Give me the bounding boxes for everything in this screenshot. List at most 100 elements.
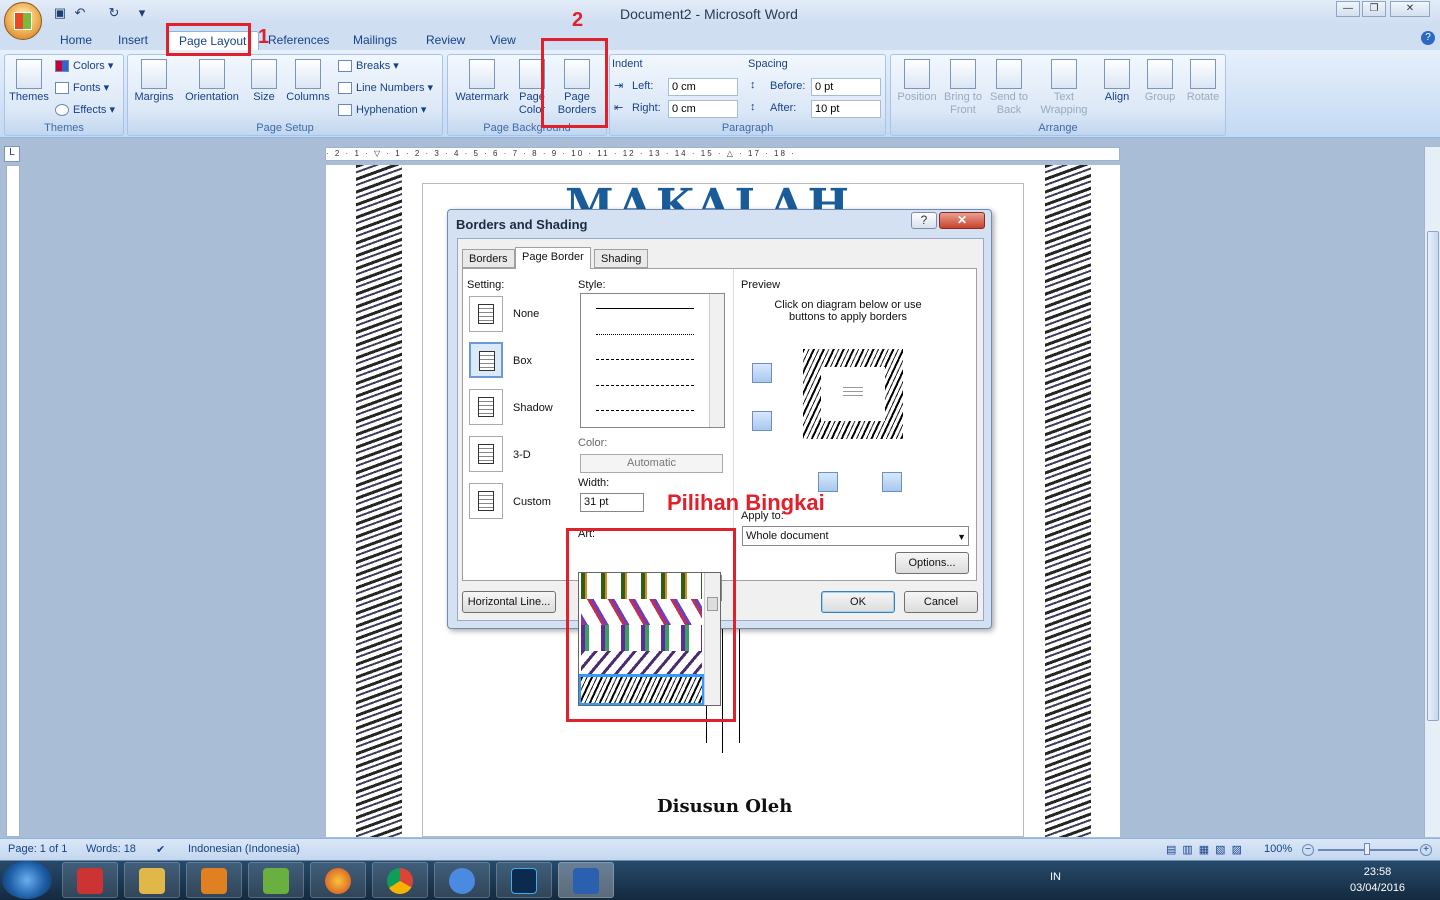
- preview-right-border-button[interactable]: [882, 472, 902, 492]
- spacing-before-input[interactable]: 0 pt: [811, 78, 881, 96]
- status-words[interactable]: Words: 18: [86, 843, 136, 855]
- style-dashed[interactable]: [596, 359, 694, 360]
- style-list[interactable]: [580, 293, 725, 428]
- dialog-help-button[interactable]: ?: [911, 212, 937, 229]
- preview-top-border-button[interactable]: [752, 363, 772, 383]
- options-button[interactable]: Options...: [895, 552, 969, 574]
- maximize-button[interactable]: ❐: [1362, 1, 1386, 17]
- setting-shadow-label[interactable]: Shadow: [513, 402, 553, 414]
- color-dropdown[interactable]: Automatic: [580, 454, 723, 473]
- bring-to-front-button[interactable]: Bring to Front: [941, 59, 985, 117]
- zoom-slider-thumb[interactable]: [1364, 843, 1370, 855]
- preview-left-border-button[interactable]: [818, 472, 838, 492]
- tab-review[interactable]: Review: [414, 31, 477, 50]
- columns-button[interactable]: Columns: [284, 59, 332, 104]
- align-button[interactable]: Align: [1097, 59, 1137, 104]
- undo-icon[interactable]: ↶: [72, 5, 88, 21]
- setting-shadow-icon[interactable]: [469, 389, 503, 425]
- clock[interactable]: 23:58 03/04/2016: [1350, 864, 1405, 896]
- tab-mailings[interactable]: Mailings: [341, 31, 409, 50]
- cancel-button[interactable]: Cancel: [904, 591, 978, 613]
- colors-button[interactable]: Colors ▾: [55, 57, 113, 75]
- setting-box-label[interactable]: Box: [513, 355, 532, 367]
- tab-selector[interactable]: L: [4, 146, 20, 162]
- status-language[interactable]: Indonesian (Indonesia): [188, 843, 300, 855]
- zoom-in-icon[interactable]: +: [1420, 844, 1432, 856]
- tab-shading[interactable]: Shading: [594, 249, 649, 268]
- vertical-ruler[interactable]: [6, 165, 20, 837]
- rotate-button[interactable]: Rotate: [1183, 59, 1223, 104]
- drawing-line[interactable]: [739, 628, 740, 743]
- fonts-button[interactable]: Fonts ▾: [55, 79, 109, 97]
- customize-qat-icon[interactable]: ▾: [134, 5, 150, 21]
- indent-left-input[interactable]: 0 cm: [668, 78, 738, 96]
- indent-right-input[interactable]: 0 cm: [668, 100, 738, 118]
- setting-3d-label[interactable]: 3-D: [513, 449, 531, 461]
- help-icon[interactable]: ?: [1421, 31, 1435, 45]
- status-page[interactable]: Page: 1 of 1: [8, 843, 67, 855]
- taskbar-media-player[interactable]: [186, 862, 242, 898]
- hyphenation-button[interactable]: Hyphenation ▾: [338, 101, 426, 119]
- redo-icon[interactable]: ↻: [106, 5, 122, 21]
- tab-home[interactable]: Home: [48, 31, 104, 50]
- view-buttons[interactable]: ▤▥▦▧▨: [1166, 843, 1248, 856]
- margins-button[interactable]: Margins: [132, 59, 176, 104]
- themes-button[interactable]: Themes: [9, 59, 49, 104]
- save-icon[interactable]: ▣: [52, 5, 68, 21]
- taskbar-app-7[interactable]: [434, 862, 490, 898]
- tab-borders[interactable]: Borders: [462, 249, 515, 268]
- document-subheading[interactable]: Disusun Oleh: [657, 796, 792, 817]
- tab-view[interactable]: View: [478, 31, 528, 50]
- taskbar-word[interactable]: [558, 862, 614, 898]
- preview-diagram[interactable]: [803, 349, 903, 439]
- spacing-after-input[interactable]: 10 pt: [811, 100, 881, 118]
- taskbar-photoshop[interactable]: [496, 862, 552, 898]
- position-button[interactable]: Position: [893, 59, 941, 104]
- setting-3d-icon[interactable]: [469, 436, 503, 472]
- breaks-button[interactable]: Breaks ▾: [338, 57, 399, 75]
- zoom-out-icon[interactable]: −: [1302, 844, 1314, 856]
- watermark-button[interactable]: Watermark: [452, 59, 512, 104]
- taskbar-firefox[interactable]: [310, 862, 366, 898]
- horizontal-line-button[interactable]: Horizontal Line...: [462, 591, 556, 613]
- status-zoom[interactable]: 100%: [1264, 843, 1292, 855]
- taskbar-chrome[interactable]: [372, 862, 428, 898]
- scroll-thumb[interactable]: [1427, 231, 1439, 721]
- apply-to-dropdown[interactable]: Whole document ▼: [742, 526, 969, 546]
- style-dash-dot[interactable]: [596, 410, 694, 411]
- setting-custom-label[interactable]: Custom: [513, 496, 551, 508]
- style-long-dashed[interactable]: [596, 385, 694, 386]
- language-indicator[interactable]: IN: [1050, 871, 1061, 883]
- text-wrapping-button[interactable]: Text Wrapping: [1035, 59, 1093, 117]
- proofing-icon[interactable]: ✔: [156, 843, 165, 856]
- vertical-scrollbar[interactable]: [1424, 147, 1440, 837]
- tab-page-border[interactable]: Page Border: [515, 247, 591, 269]
- minimize-button[interactable]: —: [1336, 1, 1360, 17]
- setting-custom-icon[interactable]: [469, 483, 503, 519]
- setting-none-label[interactable]: None: [513, 308, 539, 320]
- tab-insert[interactable]: Insert: [106, 31, 160, 50]
- setting-box-icon[interactable]: [469, 342, 503, 378]
- width-input[interactable]: 31 pt: [580, 493, 644, 512]
- size-button[interactable]: Size: [248, 59, 280, 104]
- setting-none-icon[interactable]: [469, 296, 503, 332]
- style-solid[interactable]: [596, 308, 694, 309]
- taskbar-app-4[interactable]: [248, 862, 304, 898]
- system-tray[interactable]: IN: [1050, 871, 1061, 883]
- close-window-button[interactable]: ✕: [1390, 1, 1430, 17]
- style-dotted[interactable]: [596, 334, 694, 335]
- effects-button[interactable]: Effects ▾: [55, 101, 115, 119]
- style-list-scrollbar[interactable]: [709, 294, 724, 427]
- start-button[interactable]: [2, 861, 52, 899]
- office-button[interactable]: [4, 2, 42, 40]
- apply-to-arrow-icon[interactable]: ▼: [957, 528, 966, 546]
- line-numbers-button[interactable]: Line Numbers ▾: [338, 79, 433, 97]
- orientation-button[interactable]: Orientation: [180, 59, 244, 104]
- taskbar-explorer[interactable]: [124, 862, 180, 898]
- horizontal-ruler[interactable]: · 2 · 1 · ▽ · 1 · 2 · 3 · 4 · 5 · 6 · 7 …: [325, 147, 1120, 161]
- taskbar-app-1[interactable]: [62, 862, 118, 898]
- ok-button[interactable]: OK: [821, 591, 895, 613]
- send-to-back-button[interactable]: Send to Back: [987, 59, 1031, 117]
- preview-bottom-border-button[interactable]: [752, 411, 772, 431]
- group-button[interactable]: Group: [1141, 59, 1179, 104]
